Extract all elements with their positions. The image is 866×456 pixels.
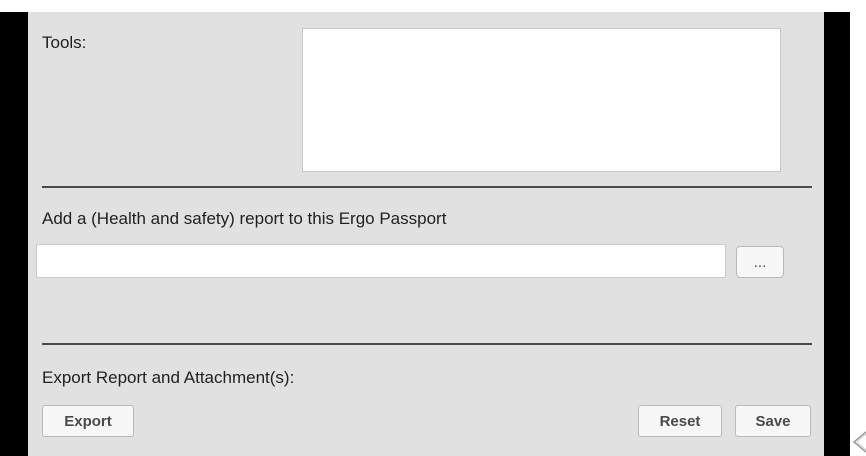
screen: Tools: Add a (Health and safety) report … [0, 0, 866, 456]
section-divider [42, 343, 812, 345]
save-button[interactable]: Save [735, 405, 811, 437]
tools-label: Tools: [42, 33, 87, 52]
export-section-label: Export Report and Attachment(s): [42, 368, 295, 387]
report-upload-label: Add a (Health and safety) report to this… [42, 209, 447, 228]
report-file-input[interactable] [36, 244, 726, 278]
reset-button[interactable]: Reset [638, 405, 722, 437]
left-window-border [0, 12, 28, 456]
ergo-passport-form-panel: Tools: Add a (Health and safety) report … [28, 12, 824, 456]
section-divider [42, 186, 812, 188]
tools-textarea[interactable] [302, 28, 781, 172]
chevron-left-icon [850, 428, 866, 456]
export-button[interactable]: Export [42, 405, 134, 437]
browse-file-button[interactable]: ... [736, 246, 784, 278]
right-window-border [824, 12, 850, 456]
